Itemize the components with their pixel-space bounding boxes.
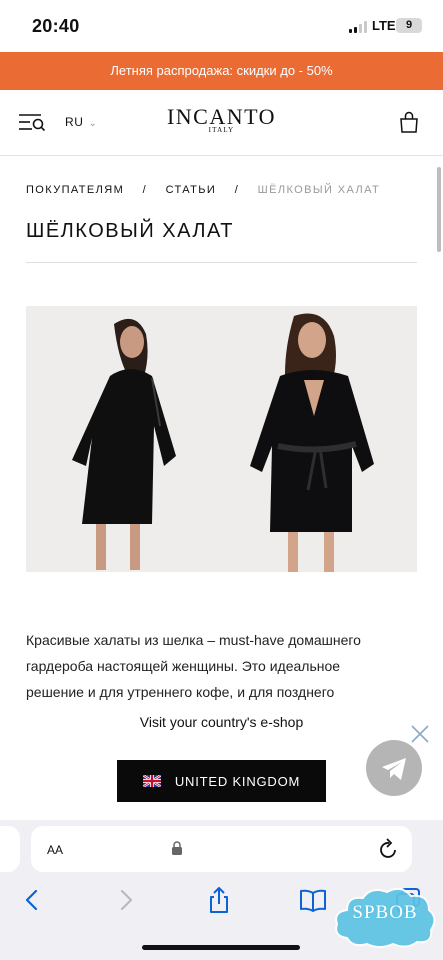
signal-icon xyxy=(349,21,369,33)
breadcrumb-separator: / xyxy=(142,184,148,196)
breadcrumb-item[interactable]: ПОКУПАТЕЛЯМ xyxy=(26,184,124,196)
article-body: Красивые халаты из шелка – must-have дом… xyxy=(26,627,417,705)
address-bar[interactable] xyxy=(31,826,412,872)
telegram-icon xyxy=(382,758,406,780)
article-line: Красивые халаты из шелка – must-have дом… xyxy=(26,632,361,648)
silk-robe-photo xyxy=(26,306,417,572)
shopping-bag-icon[interactable] xyxy=(398,111,420,133)
share-icon[interactable] xyxy=(205,886,233,914)
breadcrumb: ПОКУПАТЕЛЯМ / СТАТЬИ / ШЁЛКОВЫЙ ХАЛАТ xyxy=(26,184,380,196)
article-line: гардероба настоящей женщины. Это идеальн… xyxy=(26,658,341,674)
watermark-text: SPBOB xyxy=(352,902,418,923)
battery-icon: 9 xyxy=(396,18,422,33)
lock-icon xyxy=(172,841,182,855)
uk-flag-icon xyxy=(142,775,161,787)
forward-icon[interactable] xyxy=(112,886,140,914)
article-line: решение и для утреннего кофе, и для позд… xyxy=(26,684,335,700)
article-image xyxy=(26,306,417,572)
back-icon[interactable] xyxy=(18,886,46,914)
bookmarks-icon[interactable] xyxy=(299,886,327,914)
page-scrollbar[interactable] xyxy=(437,167,441,252)
breadcrumb-current: ШЁЛКОВЫЙ ХАЛАТ xyxy=(257,184,381,196)
united-kingdom-label: UNITED KINGDOM xyxy=(174,773,301,789)
home-indicator[interactable] xyxy=(142,945,300,950)
previous-tab-preview[interactable] xyxy=(0,826,20,872)
country-popup-text: Visit your country's e-shop xyxy=(139,714,304,730)
promo-banner[interactable]: Летняя распродажа: скидки до - 50% xyxy=(0,52,443,90)
site-header: RU ⌄ INCANTO ITALY xyxy=(0,90,443,156)
breadcrumb-separator: / xyxy=(234,184,240,196)
site-logo-sub: ITALY xyxy=(208,126,235,134)
text-size-button[interactable]: AA xyxy=(47,841,63,859)
breadcrumb-item[interactable]: СТАТЬИ xyxy=(166,184,217,196)
network-label: LTE xyxy=(372,18,396,33)
telegram-button[interactable] xyxy=(366,740,422,796)
reload-icon[interactable] xyxy=(379,838,399,860)
united-kingdom-button[interactable]: UNITED KINGDOM xyxy=(117,760,326,802)
title-divider xyxy=(26,262,417,263)
status-time: 20:40 xyxy=(32,16,80,36)
page-title: ШЁЛКОВЫЙ ХАЛАТ xyxy=(26,220,235,242)
status-bar: 20:40 LTE 9 xyxy=(0,0,443,52)
